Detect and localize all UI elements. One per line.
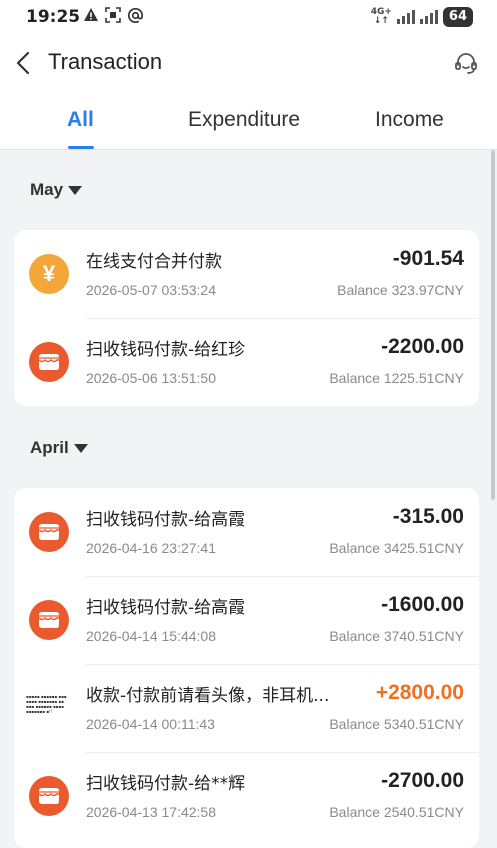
month-label: May	[30, 180, 64, 199]
back-arrow-icon[interactable]	[12, 50, 36, 76]
transaction-description: 扫收钱码付款-给高霞	[86, 510, 246, 530]
transaction-description: 扫收钱码付款-给红珍	[86, 340, 246, 360]
network-type: 4G+ ↓↑	[370, 7, 392, 26]
dropdown-triangle-icon	[68, 185, 83, 195]
transaction-balance: Balance 3425.51CNY	[329, 540, 464, 556]
header-divider	[0, 149, 497, 150]
transaction-description: 收款-付款前请看头像，非耳机...	[86, 686, 330, 706]
tab-expenditure[interactable]: Expenditure	[188, 108, 300, 132]
signal-icon-2	[419, 10, 438, 24]
shop-icon	[29, 776, 69, 816]
transaction-datetime: 2026-05-06 13:51:50	[86, 370, 216, 386]
transaction-description: 在线支付合并付款	[86, 252, 222, 272]
battery-indicator: 64	[442, 7, 473, 27]
transaction-balance: Balance 323.97CNY	[337, 282, 464, 298]
transaction-row[interactable]: ¥ 在线支付合并付款 2026-05-07 03:53:24 -901.54 B…	[14, 230, 479, 318]
month-header-april[interactable]: April	[30, 438, 88, 458]
app-header: Transaction	[0, 40, 497, 86]
screenshot-icon	[104, 6, 122, 24]
transaction-datetime: 2026-04-14 15:44:08	[86, 628, 216, 644]
transaction-amount: -2700.00	[381, 769, 464, 792]
transaction-datetime: 2026-04-13 17:42:58	[86, 804, 216, 820]
transaction-description: 扫收钱码付款-给高霞	[86, 598, 246, 618]
tab-all[interactable]: All	[67, 108, 94, 132]
shop-icon	[29, 600, 69, 640]
transaction-balance: Balance 5340.51CNY	[329, 716, 464, 732]
transaction-row[interactable]: 扫收钱码付款-给**辉 2026-04-13 17:42:58 -2700.00…	[14, 752, 479, 840]
warning-icon	[82, 6, 100, 24]
signal-icon	[396, 10, 415, 24]
transaction-datetime: 2026-04-14 00:11:43	[86, 716, 215, 732]
status-time: 19:25	[26, 7, 81, 27]
transaction-amount: -1600.00	[381, 593, 464, 616]
transaction-description: 扫收钱码付款-给**辉	[86, 774, 246, 794]
transaction-row[interactable]: 扫收钱码付款-给高霞 2026-04-16 23:27:41 -315.00 B…	[14, 488, 479, 576]
transaction-row[interactable]: ▪▪▪▪▪ ▪▪▪▪▪▪ ▪▪▪ ▪▪▪▪ ▪▪▪▪▪▪▪ ▪▪ ▪▪▪ ▪▪▪▪▪…	[14, 664, 479, 752]
transaction-amount: -315.00	[392, 505, 464, 528]
transaction-row[interactable]: 扫收钱码付款-给红珍 2026-05-06 13:51:50 -2200.00 …	[14, 318, 479, 406]
transaction-amount: +2800.00	[375, 681, 464, 704]
shop-icon	[29, 512, 69, 552]
page-title: Transaction	[48, 49, 163, 74]
transaction-datetime: 2026-05-07 03:53:24	[86, 282, 216, 298]
transaction-amount: -2200.00	[381, 335, 464, 358]
transaction-card-april: 扫收钱码付款-给高霞 2026-04-16 23:27:41 -315.00 B…	[14, 488, 479, 848]
month-label: April	[30, 438, 69, 457]
status-system-icons: 4G+ ↓↑ 64	[371, 7, 473, 27]
status-notification-icons	[82, 6, 144, 24]
transaction-balance: Balance 2540.51CNY	[329, 804, 464, 820]
customer-service-icon[interactable]	[453, 51, 479, 77]
transaction-datetime: 2026-04-16 23:27:41	[86, 540, 216, 556]
transaction-card-may: ¥ 在线支付合并付款 2026-05-07 03:53:24 -901.54 B…	[14, 230, 479, 406]
yen-icon: ¥	[29, 254, 69, 294]
payer-avatar-thumbnail: ▪▪▪▪▪ ▪▪▪▪▪▪ ▪▪▪ ▪▪▪▪ ▪▪▪▪▪▪▪ ▪▪ ▪▪▪ ▪▪▪▪▪…	[26, 694, 74, 722]
transaction-balance: Balance 1225.51CNY	[329, 370, 464, 386]
tab-income[interactable]: Income	[375, 108, 444, 132]
transaction-amount: -901.54	[392, 247, 464, 270]
filter-tabs: All Expenditure Income	[0, 100, 497, 150]
scrollbar[interactable]	[491, 150, 495, 500]
month-header-may[interactable]: May	[30, 180, 83, 200]
transaction-balance: Balance 3740.51CNY	[329, 628, 464, 644]
dropdown-triangle-icon	[73, 443, 88, 453]
status-bar: 19:25 4G+ ↓↑ 64	[0, 0, 497, 34]
at-icon	[126, 6, 144, 24]
transaction-row[interactable]: 扫收钱码付款-给高霞 2026-04-14 15:44:08 -1600.00 …	[14, 576, 479, 664]
shop-icon	[29, 342, 69, 382]
